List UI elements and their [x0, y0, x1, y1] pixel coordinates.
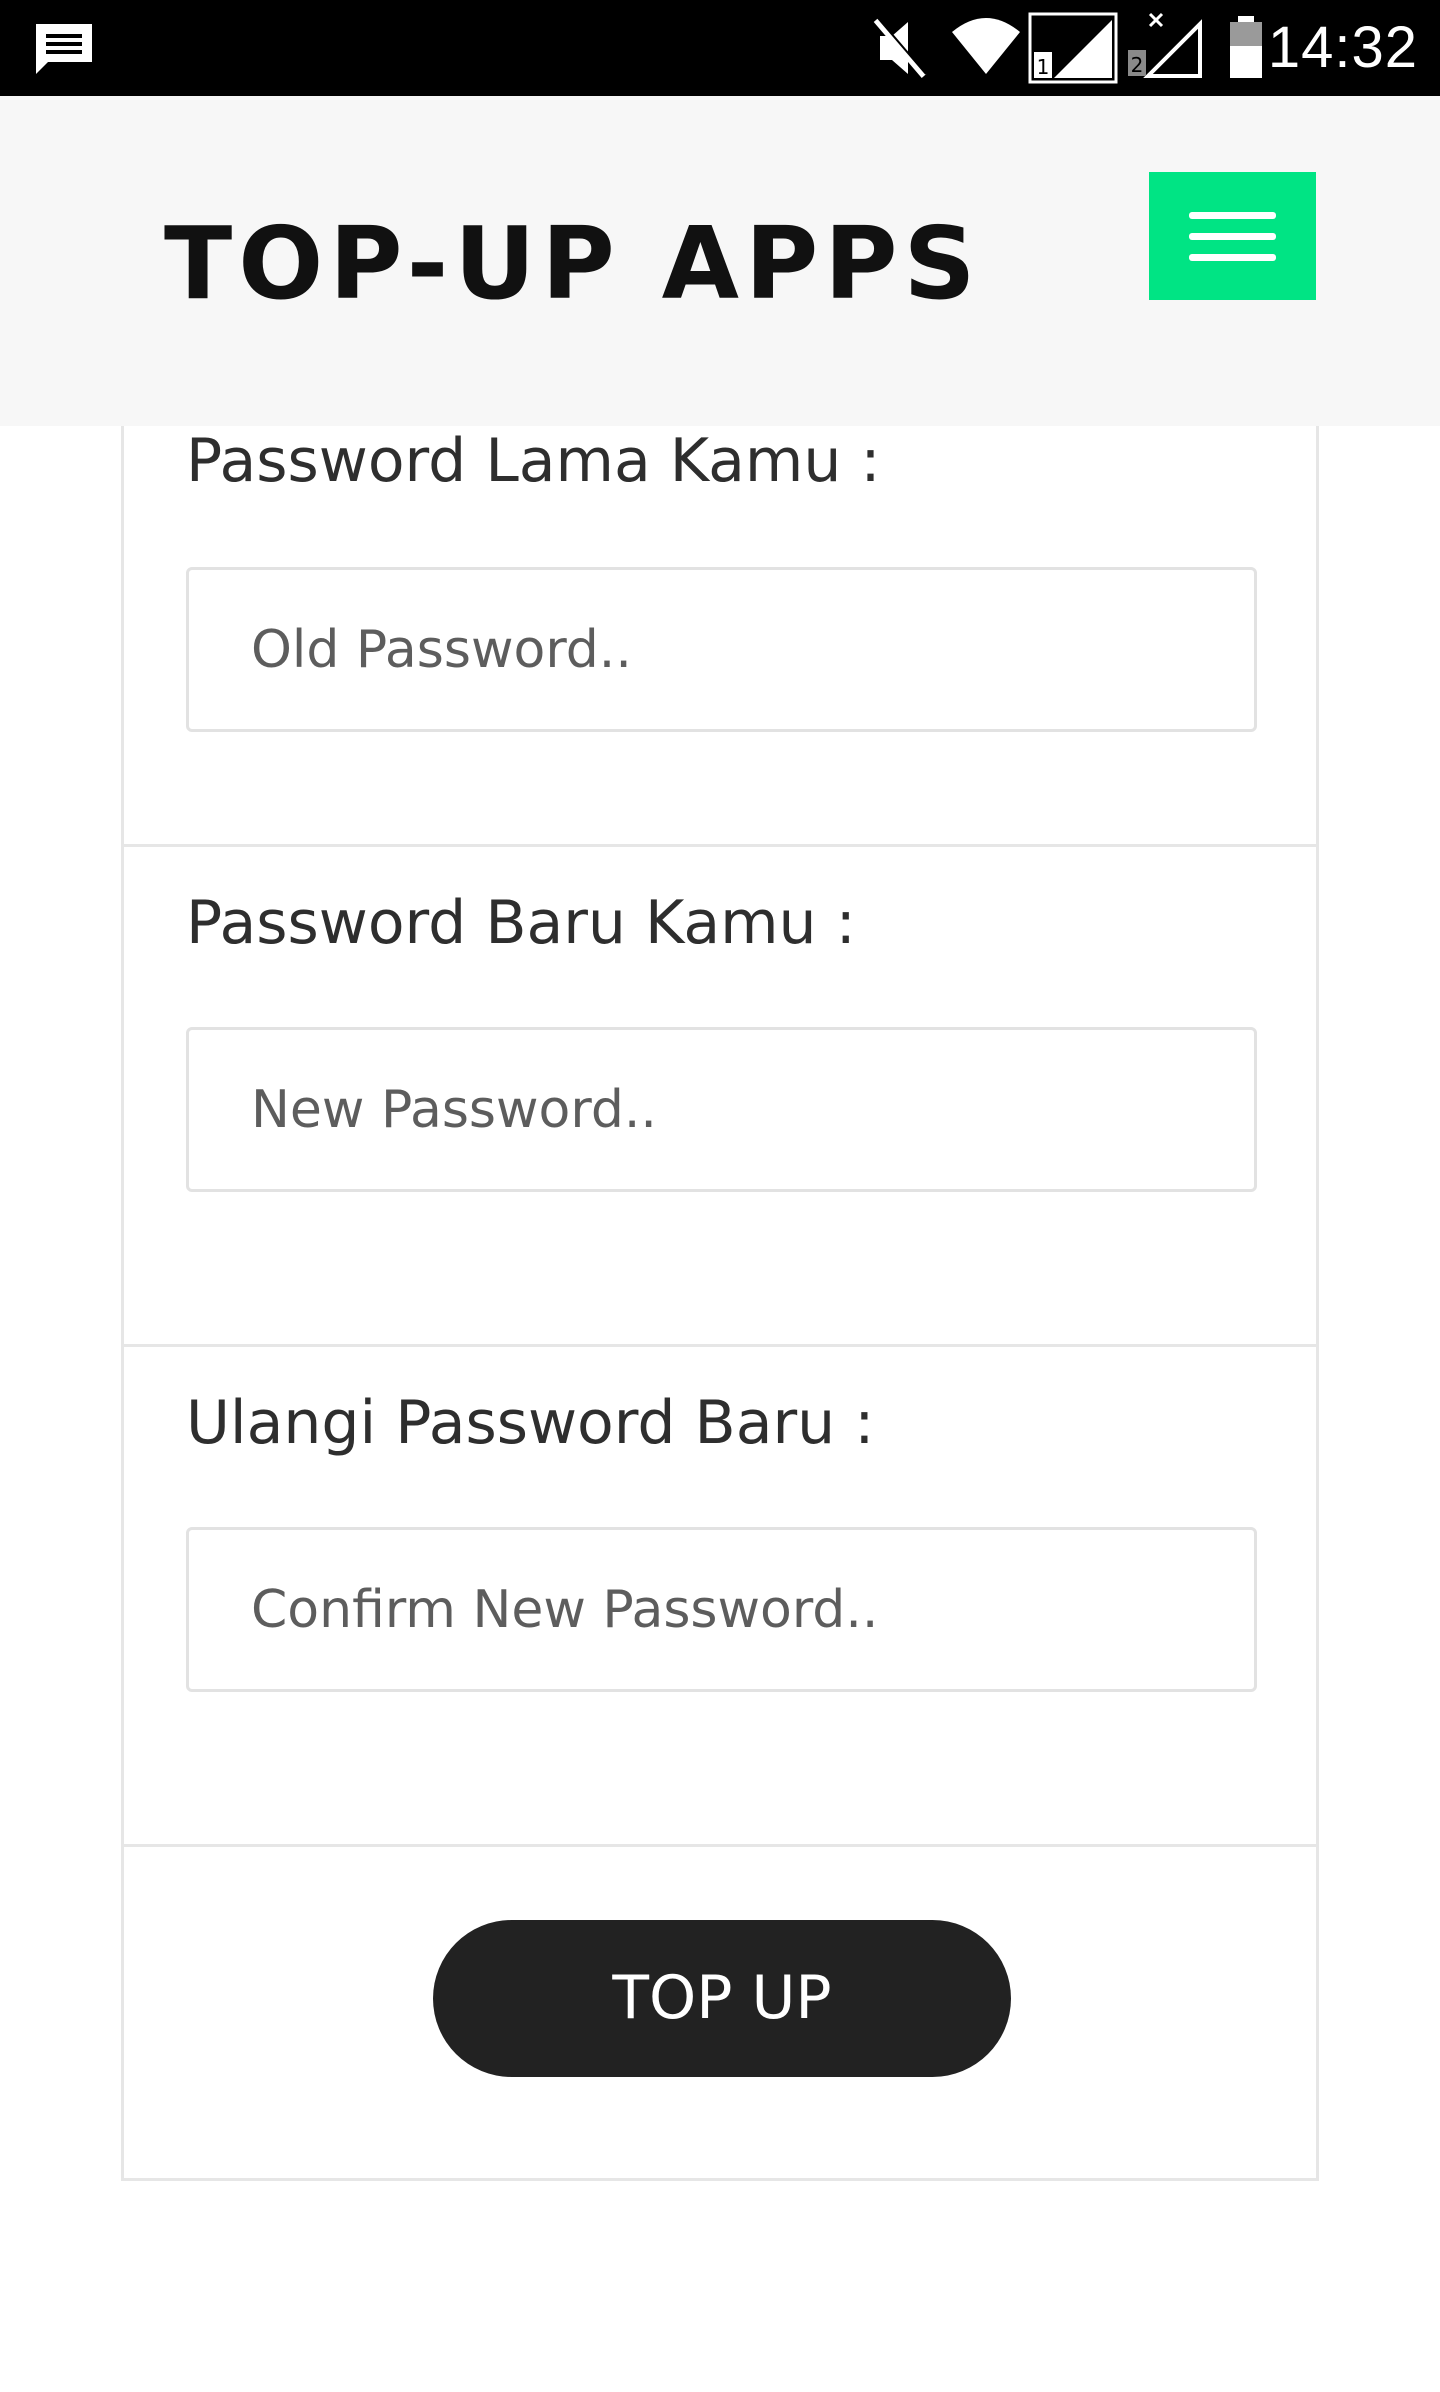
confirm-password-input[interactable] [186, 1527, 1257, 1692]
new-password-label: Password Baru Kamu : [186, 888, 856, 958]
wifi-icon [952, 18, 1020, 74]
new-password-input[interactable] [186, 1027, 1257, 1192]
sim1-label: 1 [1037, 55, 1050, 79]
old-password-section: Password Lama Kamu : [124, 383, 1316, 847]
old-password-label: Password Lama Kamu : [186, 426, 881, 496]
signal-sim2-no-service-icon: 2 [1128, 12, 1202, 78]
confirm-password-section: Ulangi Password Baru : [124, 1347, 1316, 1847]
new-password-section: Password Baru Kamu : [124, 847, 1316, 1347]
app-header: TOP-UP APPS [0, 96, 1440, 426]
top-up-button[interactable]: TOP UP [433, 1920, 1011, 2077]
old-password-input[interactable] [186, 567, 1257, 732]
confirm-password-label: Ulangi Password Baru : [186, 1388, 875, 1458]
status-bar: 1 2 14:32 [0, 0, 1440, 96]
signal-sim1-icon: 1 [1028, 12, 1118, 84]
menu-button[interactable] [1149, 172, 1316, 300]
app-title: TOP-UP APPS [164, 205, 982, 322]
battery-icon [1230, 16, 1262, 78]
mute-icon [873, 17, 927, 78]
status-time: 14:32 [1267, 15, 1418, 80]
change-password-form: Password Lama Kamu : Password Baru Kamu … [121, 380, 1319, 2181]
sim2-label: 2 [1131, 53, 1144, 77]
message-icon [36, 24, 92, 74]
